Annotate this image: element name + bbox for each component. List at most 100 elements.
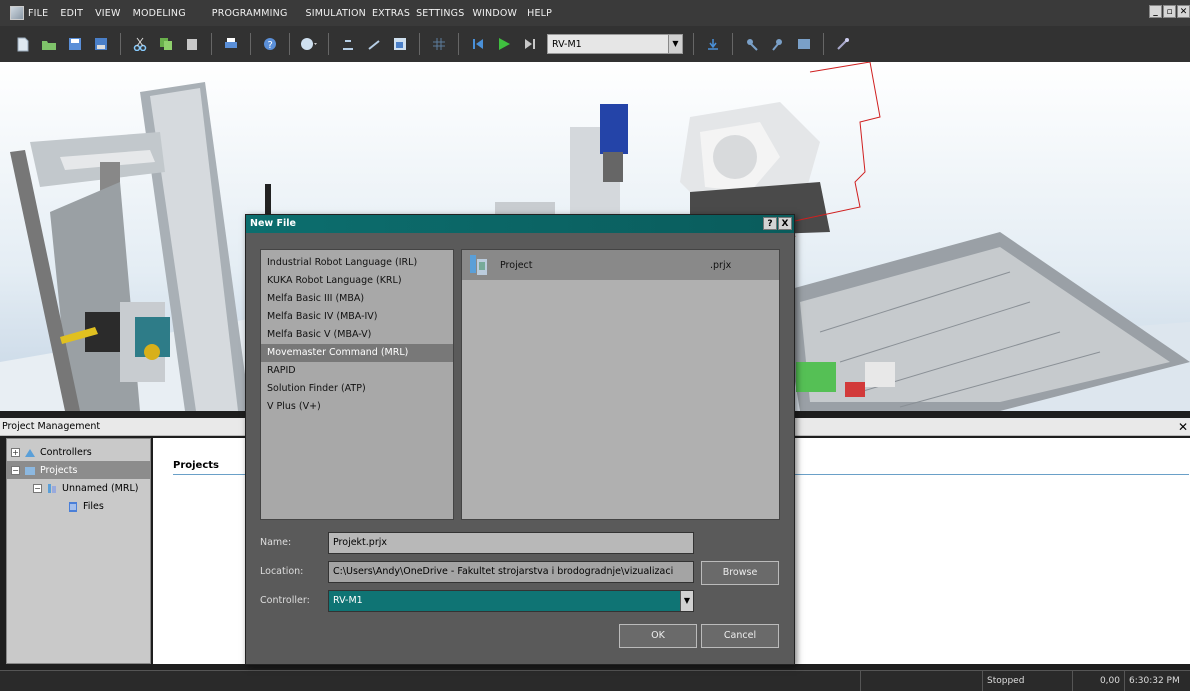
tree-item-label: Files — [83, 500, 104, 512]
toolbar: ? RV-M1 ▼ — [0, 26, 1190, 62]
dialog-title: New File — [250, 218, 296, 229]
name-label: Name: — [260, 537, 292, 548]
toolbar-separator — [823, 33, 824, 55]
browse-button[interactable]: Browse — [701, 561, 779, 585]
grid-icon[interactable] — [430, 35, 448, 53]
toolbar-separator — [211, 33, 212, 55]
magic-icon[interactable] — [834, 35, 852, 53]
toolbar-separator — [250, 33, 251, 55]
language-item[interactable]: Melfa Basic III (MBA) — [261, 290, 453, 308]
window-icon[interactable] — [391, 35, 409, 53]
minimize-icon[interactable]: _ — [1149, 5, 1162, 18]
menu-settings[interactable]: SETTINGS — [416, 8, 464, 19]
toolbar-separator — [458, 33, 459, 55]
print-icon[interactable] — [222, 35, 240, 53]
help-button[interactable]: ? — [763, 217, 777, 230]
close-button[interactable]: X — [778, 217, 792, 230]
file-type-item[interactable]: Project .prjx — [462, 250, 779, 280]
tree-item-controllers[interactable]: + Controllers — [7, 443, 150, 461]
teach-icon[interactable] — [339, 35, 357, 53]
expand-icon[interactable]: + — [11, 447, 20, 457]
file-type-extension: .prjx — [710, 259, 732, 271]
help-icon[interactable]: ? — [261, 35, 279, 53]
window-controls: _ ▫ ✕ — [1149, 5, 1190, 18]
status-time: 6:30:32 PM — [1124, 671, 1190, 691]
menu-help[interactable]: HELP — [527, 8, 552, 19]
status-state: Stopped — [982, 671, 1072, 691]
language-item[interactable]: KUKA Robot Language (KRL) — [261, 272, 453, 290]
copy-icon[interactable] — [157, 35, 175, 53]
open-folder-icon[interactable] — [40, 35, 58, 53]
tree-item-unnamed[interactable]: − Unnamed (MRL) — [7, 479, 150, 497]
location-input[interactable]: C:\Users\Andy\OneDrive - Fakultet stroja… — [328, 561, 694, 583]
controller-select[interactable]: RV-M1 ▼ — [328, 590, 694, 612]
save-all-icon[interactable] — [92, 35, 110, 53]
language-item[interactable]: Industrial Robot Language (IRL) — [261, 254, 453, 272]
language-item-selected[interactable]: Movemaster Command (MRL) — [261, 344, 453, 362]
chevron-down-icon[interactable]: ▼ — [668, 35, 682, 53]
language-list[interactable]: Industrial Robot Language (IRL) KUKA Rob… — [260, 249, 454, 520]
tree-item-label: Controllers — [40, 446, 92, 458]
controller-label: Controller: — [260, 595, 310, 606]
toolbar-separator — [328, 33, 329, 55]
paste-icon[interactable] — [183, 35, 201, 53]
project-management-title: Project Management — [2, 421, 101, 432]
file-type-name: Project — [500, 259, 533, 271]
robot-tool-icon[interactable] — [743, 35, 761, 53]
rewind-icon[interactable] — [469, 35, 487, 53]
status-cell-empty — [860, 671, 982, 691]
status-bar: Stopped 0,00 6:30:32 PM — [0, 670, 1190, 691]
project-icon — [48, 483, 56, 493]
image-icon[interactable] — [795, 35, 813, 53]
language-item[interactable]: Melfa Basic IV (MBA-IV) — [261, 308, 453, 326]
menu-edit[interactable]: EDIT — [60, 8, 83, 19]
dialog-titlebar[interactable]: New File ? X — [246, 215, 794, 233]
robot-select[interactable]: RV-M1 ▼ — [547, 34, 683, 54]
language-item[interactable]: V Plus (V+) — [261, 398, 453, 416]
chevron-down-icon[interactable]: ▼ — [680, 591, 693, 611]
new-file-icon[interactable] — [14, 35, 32, 53]
menu-simulation[interactable]: SIMULATION — [306, 8, 366, 19]
cut-icon[interactable] — [131, 35, 149, 53]
step-forward-icon[interactable] — [521, 35, 539, 53]
svg-text:?: ? — [268, 40, 273, 51]
record-icon[interactable] — [300, 35, 318, 53]
restore-icon[interactable]: ▫ — [1163, 5, 1176, 18]
new-file-dialog: New File ? X Industrial Robot Language (… — [245, 214, 795, 665]
status-value: 0,00 — [1072, 671, 1124, 691]
file-icon — [69, 501, 77, 512]
location-label: Location: — [260, 566, 304, 577]
content-title: Projects — [173, 460, 220, 471]
ok-button[interactable]: OK — [619, 624, 697, 648]
menu-extras[interactable]: EXTRAS — [372, 8, 410, 19]
language-item[interactable]: Solution Finder (ATP) — [261, 380, 453, 398]
collapse-icon[interactable]: − — [33, 483, 42, 493]
menu-file[interactable]: FILE — [28, 8, 48, 19]
collapse-icon[interactable]: − — [11, 465, 20, 475]
menu-programming[interactable]: PROGRAMMING — [212, 8, 288, 19]
menu-view[interactable]: VIEW — [95, 8, 121, 19]
controller-select-value: RV-M1 — [333, 595, 363, 606]
projects-icon — [25, 466, 35, 475]
tree-item-files[interactable]: Files — [7, 497, 150, 515]
save-icon[interactable] — [66, 35, 84, 53]
toolbar-separator — [693, 33, 694, 55]
menu-window[interactable]: WINDOW — [472, 8, 517, 19]
play-icon[interactable] — [495, 35, 513, 53]
name-input[interactable]: Projekt.prjx — [328, 532, 694, 554]
language-item[interactable]: RAPID — [261, 362, 453, 380]
cancel-button[interactable]: Cancel — [701, 624, 779, 648]
tree-item-projects[interactable]: − Projects — [7, 461, 150, 479]
app-icon — [10, 6, 24, 20]
menu-modeling[interactable]: MODELING — [133, 8, 186, 19]
file-type-list[interactable]: Project .prjx — [461, 249, 780, 520]
close-icon[interactable]: ✕ — [1178, 418, 1188, 436]
language-item[interactable]: Melfa Basic V (MBA-V) — [261, 326, 453, 344]
project-tree: + Controllers − Projects − Unnamed (MRL)… — [6, 438, 151, 664]
export-icon[interactable] — [704, 35, 722, 53]
close-icon[interactable]: ✕ — [1177, 5, 1190, 18]
menu-bar: FILE EDIT VIEW MODELING PROGRAMMING SIMU… — [0, 0, 1190, 26]
step-icon[interactable] — [365, 35, 383, 53]
robot-move-icon[interactable] — [769, 35, 787, 53]
controllers-icon — [25, 448, 35, 457]
